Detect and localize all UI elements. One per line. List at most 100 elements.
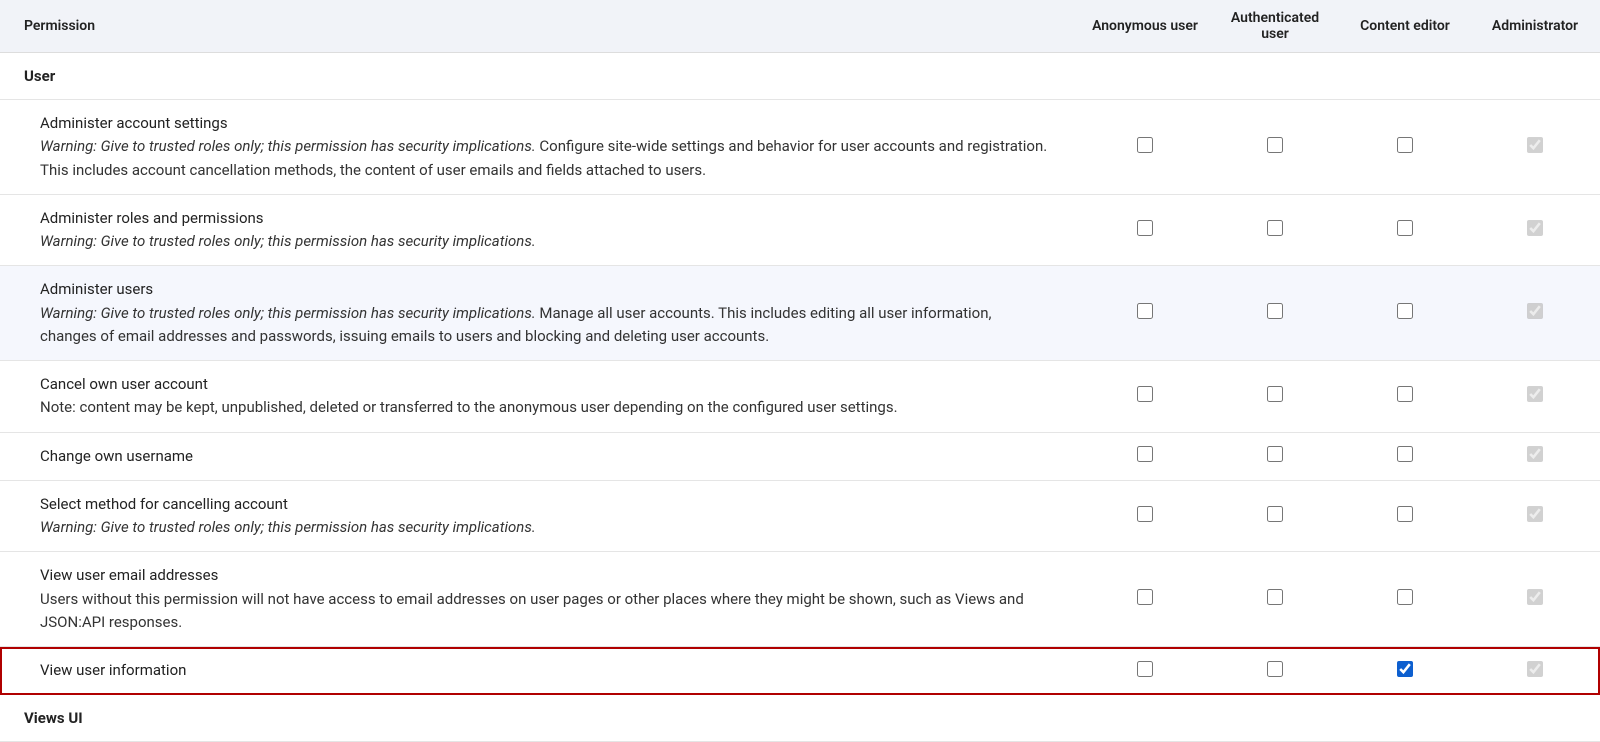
permissions-table: Permission Anonymous user Authenticated … [0,0,1600,742]
permission-checkbox[interactable] [1397,506,1413,522]
checkbox-cell [1210,480,1340,552]
permission-checkbox[interactable] [1397,137,1413,153]
permission-checkbox[interactable] [1397,446,1413,462]
permission-checkbox[interactable] [1397,220,1413,236]
checkbox-cell [1080,194,1210,266]
section-row-user: User [0,53,1600,100]
checkbox-cell [1210,552,1340,647]
permission-cell: Administer account settings Warning: Give… [0,100,1080,195]
permission-title: View user information [40,659,1050,682]
permission-checkbox[interactable] [1137,220,1153,236]
permission-checkbox[interactable] [1137,137,1153,153]
permission-checkbox[interactable] [1397,661,1413,677]
permission-cell: View user information [0,647,1080,695]
permission-row: Change own username [0,432,1600,480]
permission-cell: Select method for cancelling account Warn… [0,480,1080,552]
permission-warning: Warning: Give to trusted roles only; thi… [40,137,536,155]
column-header-anonymous: Anonymous user [1080,0,1210,53]
permission-checkbox[interactable] [1137,661,1153,677]
permission-checkbox [1527,220,1543,236]
permission-cell: Administer roles and permissions Warning:… [0,194,1080,266]
checkbox-cell [1470,480,1600,552]
permission-checkbox[interactable] [1267,661,1283,677]
column-header-administrator: Administrator [1470,0,1600,53]
permission-title: Select method for cancelling account [40,493,1050,516]
permission-title: Administer users [40,278,1050,301]
permission-title: Cancel own user account [40,373,1050,396]
permission-checkbox[interactable] [1267,446,1283,462]
checkbox-cell [1340,432,1470,480]
checkbox-cell [1340,194,1470,266]
permission-checkbox[interactable] [1397,589,1413,605]
column-header-authenticated: Authenticated user [1210,0,1340,53]
permission-title: Administer roles and permissions [40,207,1050,230]
permission-title: Change own username [40,445,1050,468]
checkbox-cell [1080,552,1210,647]
permission-checkbox [1527,506,1543,522]
permission-checkbox[interactable] [1397,386,1413,402]
permission-checkbox[interactable] [1137,446,1153,462]
checkbox-cell [1340,480,1470,552]
checkbox-cell [1210,432,1340,480]
permission-cell: Administer users Warning: Give to trusted… [0,266,1080,361]
permission-warning: Warning: Give to trusted roles only; thi… [40,232,536,250]
permission-checkbox[interactable] [1397,303,1413,319]
checkbox-cell [1080,647,1210,695]
checkbox-cell [1080,480,1210,552]
column-header-content-editor: Content editor [1340,0,1470,53]
permission-cell: View user email addressesUsers without t… [0,552,1080,647]
permission-row: Administer users Warning: Give to trusted… [0,266,1600,361]
checkbox-cell [1340,361,1470,433]
permission-checkbox[interactable] [1137,303,1153,319]
checkbox-cell [1470,100,1600,195]
permission-checkbox [1527,661,1543,677]
permission-checkbox[interactable] [1137,506,1153,522]
checkbox-cell [1080,432,1210,480]
checkbox-cell [1210,361,1340,433]
checkbox-cell [1210,100,1340,195]
section-label-views-ui: Views UI [0,695,1600,742]
permission-description-text: Users without this permission will not h… [40,590,1024,631]
permission-checkbox [1527,303,1543,319]
checkbox-cell [1470,647,1600,695]
checkbox-cell [1470,361,1600,433]
checkbox-cell [1470,552,1600,647]
checkbox-cell [1470,266,1600,361]
checkbox-cell [1340,647,1470,695]
permission-row: View user information [0,647,1600,695]
checkbox-cell [1210,266,1340,361]
checkbox-cell [1470,432,1600,480]
permission-cell: Cancel own user account Note: content may… [0,361,1080,433]
permission-description: Note: content may be kept, unpublished, … [40,396,1050,419]
permission-checkbox [1527,137,1543,153]
permission-checkbox [1527,446,1543,462]
checkbox-cell [1210,194,1340,266]
permission-row: Administer roles and permissions Warning:… [0,194,1600,266]
checkbox-cell [1340,552,1470,647]
section-row-views-ui: Views UI [0,695,1600,742]
permission-description: Warning: Give to trusted roles only; thi… [40,516,1050,539]
permission-checkbox[interactable] [1267,386,1283,402]
checkbox-cell [1080,361,1210,433]
checkbox-cell [1340,100,1470,195]
permission-checkbox [1527,386,1543,402]
permission-checkbox[interactable] [1267,137,1283,153]
permission-checkbox[interactable] [1267,220,1283,236]
permission-checkbox[interactable] [1137,386,1153,402]
column-header-permission: Permission [0,0,1080,53]
checkbox-cell [1340,266,1470,361]
permission-title: Administer account settings [40,112,1050,135]
permission-checkbox[interactable] [1267,303,1283,319]
permission-checkbox[interactable] [1267,506,1283,522]
permission-warning: Warning: Give to trusted roles only; thi… [40,518,536,536]
permission-checkbox[interactable] [1267,589,1283,605]
permission-checkbox [1527,589,1543,605]
permission-description: Warning: Give to trusted roles only; thi… [40,135,1050,182]
checkbox-cell [1080,266,1210,361]
permission-warning: Warning: Give to trusted roles only; thi… [40,304,536,322]
permission-checkbox[interactable] [1137,589,1153,605]
permission-description: Warning: Give to trusted roles only; thi… [40,302,1050,349]
permission-description-text: Note: content may be kept, unpublished, … [40,398,898,416]
permission-row: Administer account settings Warning: Give… [0,100,1600,195]
section-label-user: User [0,53,1600,100]
